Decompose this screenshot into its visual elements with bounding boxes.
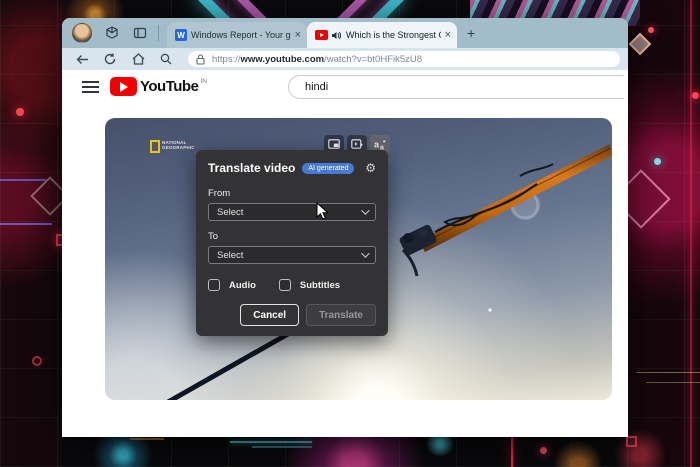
checkbox-row: Audio Subtitles [208,279,376,291]
lock-icon[interactable] [196,53,206,65]
tab-actions-icon[interactable] [132,25,148,41]
new-tab-button[interactable]: + [467,26,475,40]
wallpaper-square-node [626,436,637,447]
wallpaper-glow-dot [654,158,661,165]
close-tab-icon[interactable]: × [295,29,301,41]
search-input[interactable]: hindi [288,75,624,99]
address-bar[interactable]: https://www.youtube.com/watch?v=bt0HFik5… [188,51,620,67]
dialog-buttons: Cancel Translate [208,304,376,326]
wallpaper-trace [252,446,312,448]
nat-geo-logo: NATIONAL GEOGRAPHIC [150,140,195,153]
url-scheme: https:// [212,53,241,65]
wallpaper-glow-dot [648,27,654,33]
wallpaper-glow-dot [16,108,24,116]
youtube-logo[interactable]: YouTube IN [110,77,207,96]
menu-icon[interactable] [82,81,99,93]
back-icon[interactable] [74,51,90,67]
youtube-favicon [315,30,328,40]
close-tab-icon[interactable]: × [445,29,451,41]
nat-geo-line2: GEOGRAPHIC [162,145,195,150]
wallpaper-glow-dot [540,447,547,454]
nat-geo-frame-icon [150,140,160,153]
cancel-button[interactable]: Cancel [240,304,300,326]
translate-video-dialog: Translate video AI generated ⚙ From Sele… [196,150,388,336]
wallpaper-trace [0,223,52,225]
from-label: From [208,188,231,199]
gear-icon[interactable]: ⚙ [365,162,376,174]
search-query-text: hindi [305,81,329,93]
home-icon[interactable] [130,51,146,67]
audio-playing-icon[interactable] [331,30,342,41]
url-host: www.youtube.com [240,53,325,65]
from-select[interactable]: Select [208,203,376,221]
desktop-wallpaper: W Windows Report - Your go-to so × Which… [0,0,700,467]
tab-separator [158,25,159,41]
url-path: /watch?v=bt0HFik5zU8 [324,53,423,65]
audio-label: Audio [229,279,256,291]
wallpaper-glow-dot [692,92,699,99]
windows-report-favicon: W [175,29,187,41]
youtube-header: YouTube IN hindi [62,70,628,118]
ai-generated-badge: AI generated [302,162,355,174]
tab-title: Which is the Strongest Car [346,30,441,40]
subtitles-label: Subtitles [299,279,341,291]
from-select-value: Select [217,206,244,218]
wallpaper-trace [0,179,46,181]
youtube-wordmark: YouTube [140,78,199,95]
to-select[interactable]: Select [208,246,376,264]
tab-strip: W Windows Report - Your go-to so × Which… [62,18,628,48]
chevron-down-icon [361,206,370,215]
tab-title: Windows Report - Your go-to so [191,30,291,40]
wallpaper-trace [646,382,700,383]
to-select-value: Select [217,249,244,261]
audio-checkbox[interactable] [208,279,220,291]
tab-windows-report[interactable]: W Windows Report - Your go-to so × [167,22,307,48]
wallpaper-ring [32,356,42,366]
dialog-title: Translate video [208,161,296,175]
profile-avatar[interactable] [72,23,92,43]
mouse-cursor [316,202,329,221]
youtube-region-tag: IN [200,78,207,85]
wallpaper-trace [636,372,700,373]
workspaces-icon[interactable] [104,25,120,41]
wallpaper-red-line [511,437,513,467]
wallpaper-trace [130,438,164,440]
tab-youtube-video[interactable]: Which is the Strongest Car × [307,22,457,48]
youtube-play-icon [110,77,137,96]
svg-text:a: a [380,144,384,150]
to-label: To [208,231,219,242]
url-text: https://www.youtube.com/watch?v=bt0HFik5… [212,54,422,65]
refresh-icon[interactable] [102,51,118,67]
translate-button[interactable]: Translate [306,304,376,326]
chevron-down-icon [361,249,370,258]
search-icon[interactable] [158,51,174,67]
dialog-header: Translate video AI generated ⚙ [208,161,376,175]
wallpaper-red-line [690,0,692,467]
browser-window: W Windows Report - Your go-to so × Which… [62,18,628,437]
wallpaper-trace [230,441,312,443]
subtitles-checkbox[interactable] [278,279,291,291]
browser-toolbar: https://www.youtube.com/watch?v=bt0HFik5… [62,48,628,70]
